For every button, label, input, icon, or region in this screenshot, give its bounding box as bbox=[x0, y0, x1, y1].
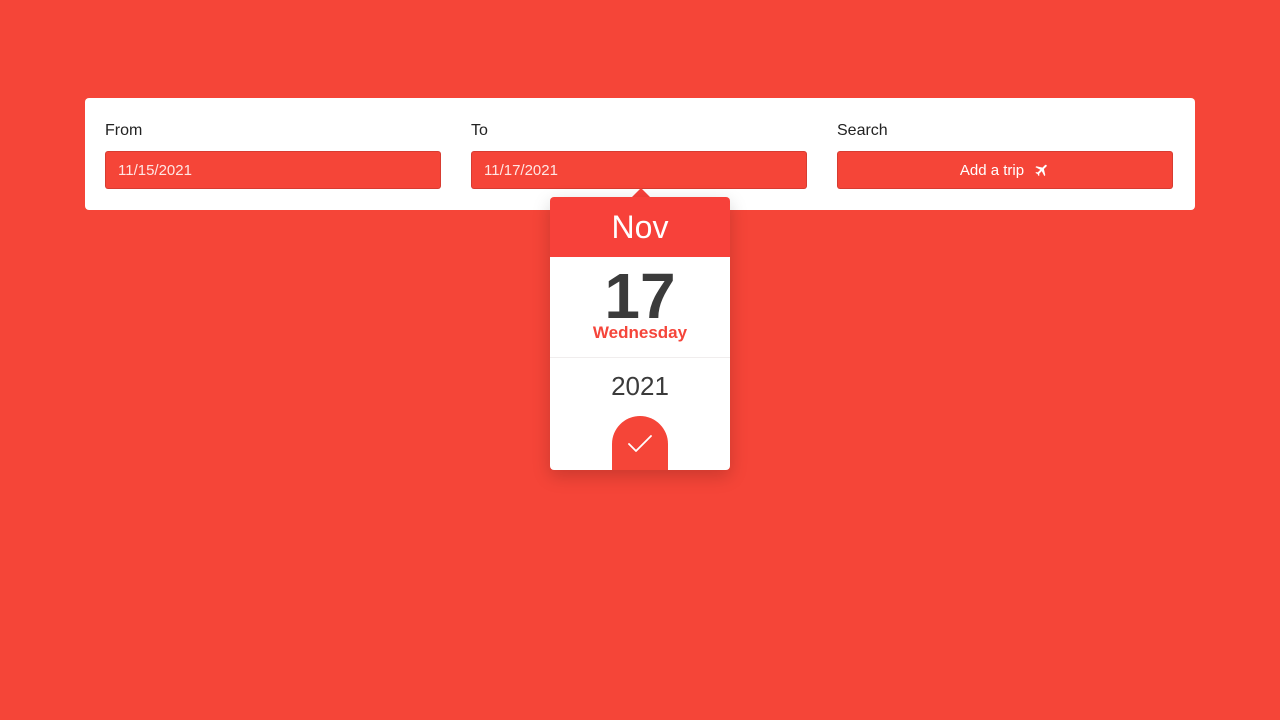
datepicker-weekday: Wednesday bbox=[592, 323, 688, 342]
datepicker-month[interactable]: Nov bbox=[550, 197, 730, 257]
to-label: To bbox=[471, 122, 488, 139]
datepicker-popup: Nov 17 Wednesday 2021 bbox=[550, 197, 730, 470]
from-date-input[interactable]: 11/15/2021 bbox=[105, 151, 441, 189]
checkmark-icon bbox=[628, 435, 652, 452]
datepicker-divider bbox=[550, 357, 730, 358]
datepicker-confirm-button[interactable] bbox=[612, 416, 668, 470]
datepicker-day[interactable]: 17 bbox=[550, 261, 730, 331]
datepicker-year[interactable]: 2021 bbox=[550, 371, 730, 402]
search-label: Search bbox=[837, 122, 888, 139]
add-trip-button-label: Add a trip bbox=[959, 161, 1025, 179]
airplane-icon bbox=[1034, 162, 1050, 178]
to-date-input[interactable]: 11/17/2021 bbox=[471, 151, 807, 189]
add-trip-button[interactable]: Add a trip bbox=[837, 151, 1173, 189]
from-label: From bbox=[105, 122, 143, 139]
